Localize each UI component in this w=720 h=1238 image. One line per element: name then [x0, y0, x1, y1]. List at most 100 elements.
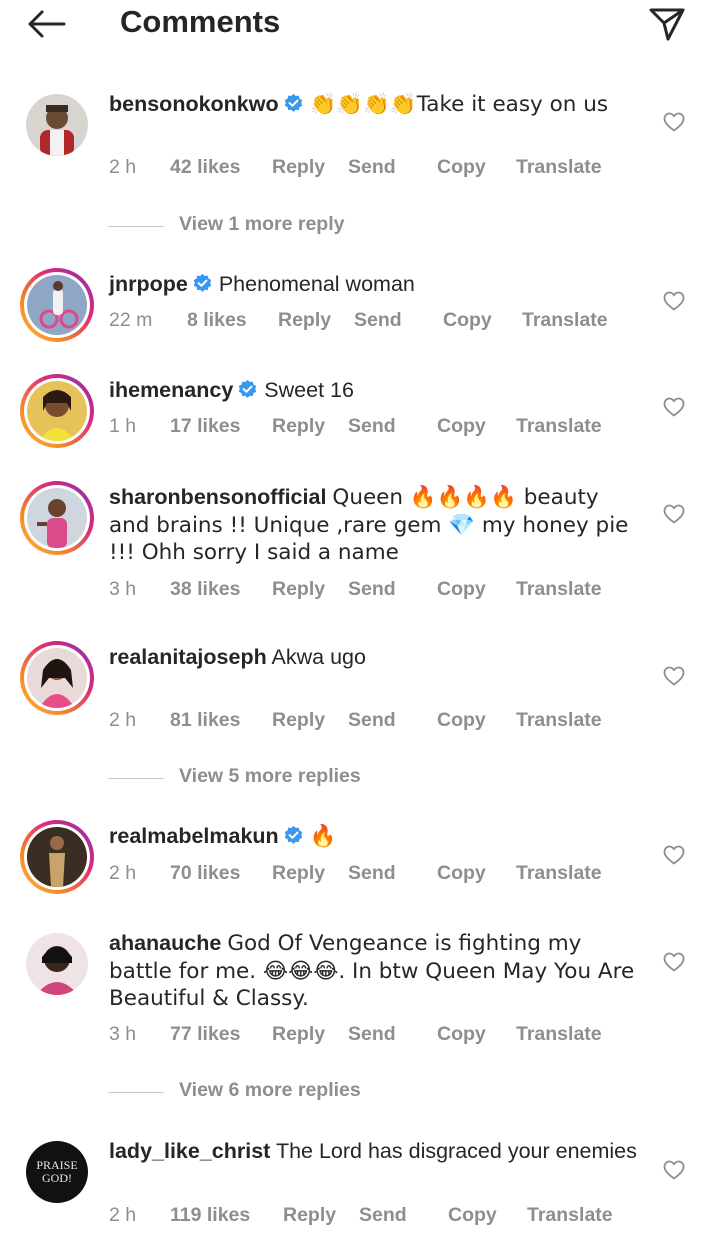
- reply-button[interactable]: Reply: [278, 309, 331, 332]
- likes-count[interactable]: 42 likes: [170, 156, 240, 179]
- copy-button[interactable]: Copy: [443, 309, 492, 332]
- send-button[interactable]: Send: [348, 1023, 396, 1046]
- heart-icon: [663, 666, 685, 686]
- verified-badge-icon: [284, 825, 302, 844]
- copy-button[interactable]: Copy: [437, 862, 486, 885]
- comment-text-block: ahanauche God Of Vengeance is fighting m…: [109, 930, 644, 1013]
- comment-time: 2 h: [109, 1204, 137, 1226]
- likes-count[interactable]: 119 likes: [170, 1204, 250, 1227]
- paper-plane-icon: [649, 8, 685, 41]
- heart-icon: [663, 504, 685, 524]
- comment-username[interactable]: lady_like_christ: [109, 1139, 270, 1163]
- comment-time: 2 h: [109, 156, 137, 178]
- likes-count[interactable]: 17 likes: [170, 415, 240, 438]
- divider: [108, 226, 164, 227]
- copy-button[interactable]: Copy: [437, 709, 486, 732]
- divider: [108, 778, 164, 779]
- comment-text-block: realanitajoseph Akwa ugo: [109, 644, 644, 672]
- reply-button[interactable]: Reply: [272, 415, 325, 438]
- verified-badge-icon: [193, 273, 212, 292]
- comment-username[interactable]: realanitajoseph: [109, 645, 267, 669]
- copy-button[interactable]: Copy: [437, 156, 486, 179]
- comment-username[interactable]: sharonbensonofficial: [109, 485, 326, 509]
- translate-button[interactable]: Translate: [516, 156, 602, 179]
- comment-username[interactable]: bensonokonkwo: [109, 92, 279, 116]
- comment-text-block: lady_like_christ The Lord has disgraced …: [109, 1138, 644, 1166]
- heart-icon: [663, 397, 685, 417]
- comment-text-block: jnrpope Phenomenal woman: [109, 271, 644, 299]
- reply-button[interactable]: Reply: [272, 578, 325, 601]
- translate-button[interactable]: Translate: [522, 309, 608, 332]
- comment-text-block: ihemenancy Sweet 16: [109, 377, 644, 405]
- comment-body: Sweet 16: [264, 378, 354, 402]
- translate-button[interactable]: Translate: [516, 1023, 602, 1046]
- comment-time: 2 h: [109, 862, 137, 884]
- comment-body: Akwa ugo: [271, 645, 366, 669]
- avatar[interactable]: [26, 94, 88, 156]
- comment-username[interactable]: ahanauche: [109, 931, 221, 955]
- likes-count[interactable]: 8 likes: [187, 309, 247, 332]
- translate-button[interactable]: Translate: [516, 578, 602, 601]
- likes-count[interactable]: 38 likes: [170, 578, 240, 601]
- comment-username[interactable]: realmabelmakun: [109, 824, 279, 848]
- avatar-logo-text: PRAISE GOD!: [36, 1158, 78, 1185]
- likes-count[interactable]: 70 likes: [170, 862, 240, 885]
- story-ring[interactable]: [20, 641, 94, 715]
- like-button[interactable]: [660, 949, 688, 975]
- heart-icon: [663, 952, 685, 972]
- copy-button[interactable]: Copy: [448, 1204, 497, 1227]
- avatar: [27, 648, 87, 708]
- translate-button[interactable]: Translate: [516, 415, 602, 438]
- comment-text-block: realmabelmakun 🔥: [109, 823, 644, 851]
- comment-time: 3 h: [109, 578, 137, 600]
- story-ring[interactable]: [20, 481, 94, 555]
- comment-time: 1 h: [109, 415, 137, 437]
- send-button[interactable]: Send: [348, 578, 396, 601]
- reply-button[interactable]: Reply: [272, 1023, 325, 1046]
- verified-badge-icon: [284, 93, 302, 112]
- translate-button[interactable]: Translate: [527, 1204, 613, 1227]
- like-button[interactable]: [660, 109, 688, 135]
- comment-text-block: bensonokonkwo 👏👏👏👏Take it easy on us: [109, 91, 644, 119]
- comment-body: Phenomenal woman: [218, 272, 415, 296]
- heart-icon: [663, 291, 685, 311]
- copy-button[interactable]: Copy: [437, 415, 486, 438]
- verified-badge-icon: [239, 379, 257, 398]
- comment-time: 22 m: [109, 309, 153, 331]
- comment-body: The Lord has disgraced your enemies: [275, 1139, 637, 1163]
- avatar[interactable]: PRAISE GOD!: [26, 1141, 88, 1203]
- like-button[interactable]: [660, 663, 688, 689]
- back-button[interactable]: [24, 6, 68, 42]
- comment-body: 👏👏👏👏Take it easy on us: [309, 92, 609, 117]
- reply-button[interactable]: Reply: [272, 709, 325, 732]
- comment-username[interactable]: jnrpope: [109, 272, 188, 296]
- comment-username[interactable]: ihemenancy: [109, 378, 233, 402]
- send-button[interactable]: Send: [348, 862, 396, 885]
- top-bar: Comments: [0, 0, 720, 48]
- translate-button[interactable]: Translate: [516, 862, 602, 885]
- likes-count[interactable]: 81 likes: [170, 709, 240, 732]
- comment-time: 3 h: [109, 1023, 137, 1045]
- share-button[interactable]: [646, 4, 688, 44]
- avatar: [27, 488, 87, 548]
- send-button[interactable]: Send: [348, 156, 396, 179]
- like-button[interactable]: [660, 501, 688, 527]
- send-button[interactable]: Send: [348, 415, 396, 438]
- heart-icon: [663, 112, 685, 132]
- page-title: Comments: [120, 4, 281, 39]
- like-button[interactable]: [660, 1157, 688, 1183]
- send-button[interactable]: Send: [348, 709, 396, 732]
- translate-button[interactable]: Translate: [516, 709, 602, 732]
- copy-button[interactable]: Copy: [437, 1023, 486, 1046]
- comment-text-block: sharonbensonofficial Queen 🔥🔥🔥🔥 beauty a…: [109, 484, 644, 567]
- reply-button[interactable]: Reply: [272, 862, 325, 885]
- send-button[interactable]: Send: [354, 309, 402, 332]
- reply-button[interactable]: Reply: [272, 156, 325, 179]
- avatar[interactable]: [26, 933, 88, 995]
- send-button[interactable]: Send: [359, 1204, 407, 1227]
- likes-count[interactable]: 77 likes: [170, 1023, 240, 1046]
- heart-icon: [663, 1160, 685, 1180]
- copy-button[interactable]: Copy: [437, 578, 486, 601]
- comment-time: 2 h: [109, 709, 137, 731]
- reply-button[interactable]: Reply: [283, 1204, 336, 1227]
